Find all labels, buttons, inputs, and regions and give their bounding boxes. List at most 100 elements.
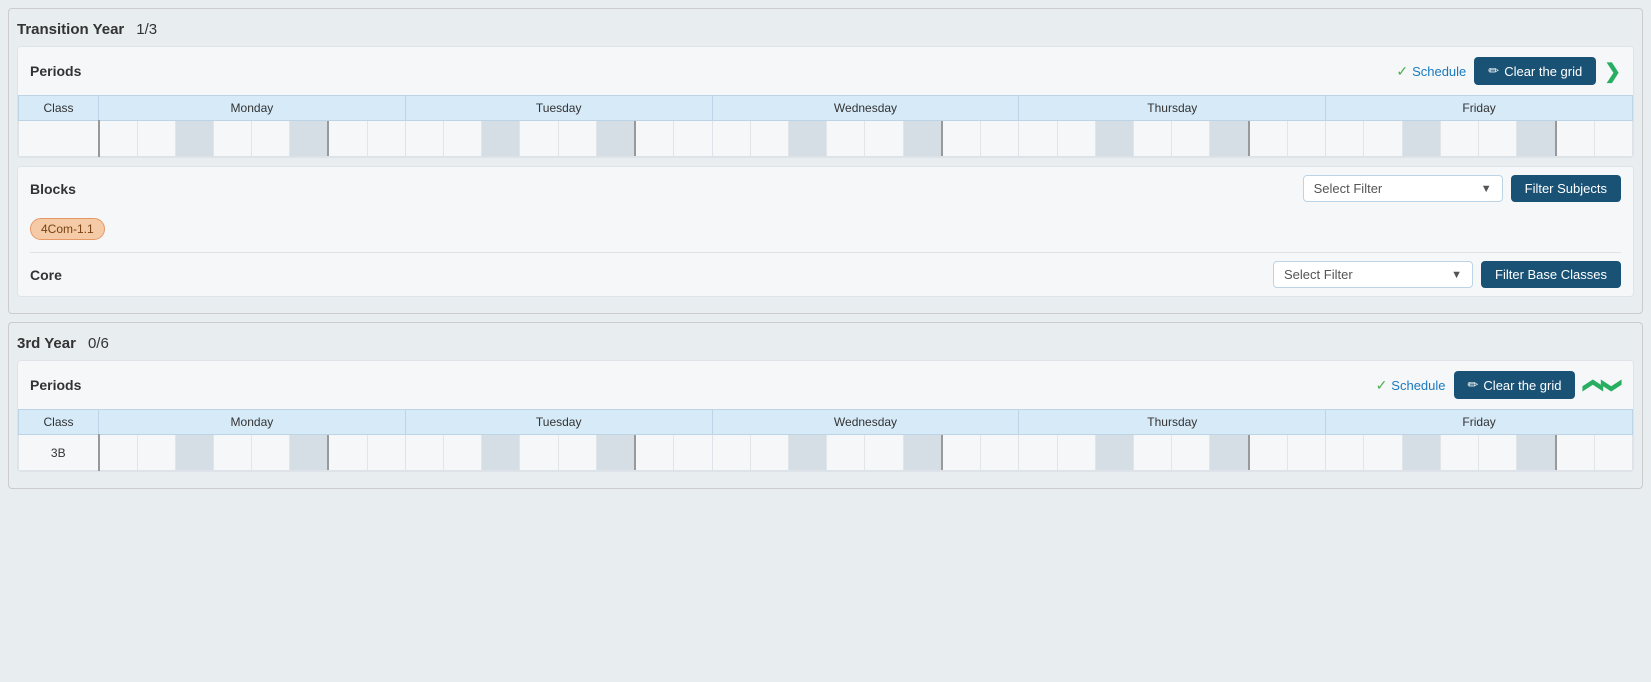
- friday-cell[interactable]: [1326, 121, 1633, 157]
- third-monday-cell[interactable]: [99, 435, 406, 471]
- slot[interactable]: [1557, 121, 1595, 156]
- slot-shaded[interactable]: [1517, 435, 1556, 470]
- slot-shaded[interactable]: [1210, 435, 1249, 470]
- slot[interactable]: [1595, 435, 1632, 470]
- slot[interactable]: [636, 121, 674, 156]
- slot[interactable]: [1058, 435, 1096, 470]
- slot[interactable]: [1441, 121, 1479, 156]
- slot[interactable]: [1058, 121, 1096, 156]
- slot-shaded[interactable]: [1403, 121, 1441, 156]
- slot[interactable]: [1441, 435, 1479, 470]
- slot[interactable]: [100, 435, 138, 470]
- slot-shaded[interactable]: [904, 121, 943, 156]
- filter-base-classes-button[interactable]: Filter Base Classes: [1481, 261, 1621, 288]
- slot[interactable]: [1326, 435, 1364, 470]
- slot[interactable]: [1326, 121, 1364, 156]
- blocks-select-filter[interactable]: Select Filter ▼: [1303, 175, 1503, 202]
- slot[interactable]: [138, 435, 176, 470]
- slot-shaded[interactable]: [1517, 121, 1556, 156]
- slot[interactable]: [751, 435, 789, 470]
- slot[interactable]: [1250, 435, 1288, 470]
- tuesday-cell[interactable]: [405, 121, 712, 157]
- wednesday-cell[interactable]: [712, 121, 1019, 157]
- slot[interactable]: [214, 121, 252, 156]
- slot[interactable]: [827, 435, 865, 470]
- slot[interactable]: [865, 121, 903, 156]
- slot[interactable]: [329, 121, 367, 156]
- transition-chevron-down-icon[interactable]: ❯: [1604, 59, 1621, 84]
- slot[interactable]: [981, 435, 1018, 470]
- slot[interactable]: [713, 435, 751, 470]
- slot-shaded[interactable]: [176, 121, 214, 156]
- slot[interactable]: [943, 121, 981, 156]
- slot[interactable]: [827, 121, 865, 156]
- slot-shaded[interactable]: [1403, 435, 1441, 470]
- slot-shaded[interactable]: [597, 435, 636, 470]
- slot[interactable]: [1250, 121, 1288, 156]
- filter-subjects-button[interactable]: Filter Subjects: [1511, 175, 1621, 202]
- slot[interactable]: [520, 435, 558, 470]
- monday-cell[interactable]: [99, 121, 406, 157]
- slot[interactable]: [1019, 435, 1057, 470]
- slot-shaded[interactable]: [597, 121, 636, 156]
- slot[interactable]: [1019, 121, 1057, 156]
- slot[interactable]: [674, 121, 711, 156]
- slot[interactable]: [214, 435, 252, 470]
- slot[interactable]: [138, 121, 176, 156]
- slot-shaded[interactable]: [1096, 121, 1134, 156]
- third-clear-grid-button[interactable]: ✏ Clear the grid: [1454, 371, 1576, 399]
- slot[interactable]: [674, 435, 711, 470]
- core-select-filter[interactable]: Select Filter ▼: [1273, 261, 1473, 288]
- slot[interactable]: [1557, 435, 1595, 470]
- slot[interactable]: [713, 121, 751, 156]
- slot-shaded[interactable]: [176, 435, 214, 470]
- slot[interactable]: [865, 435, 903, 470]
- slot[interactable]: [444, 435, 482, 470]
- slot-shaded[interactable]: [904, 435, 943, 470]
- slot[interactable]: [943, 435, 981, 470]
- third-schedule-link[interactable]: ✓ Schedule: [1376, 377, 1446, 394]
- slot-shaded[interactable]: [1096, 435, 1134, 470]
- slot-shaded[interactable]: [290, 435, 329, 470]
- slot-shaded[interactable]: [789, 435, 827, 470]
- slot-shaded[interactable]: [789, 121, 827, 156]
- third-friday-cell[interactable]: [1326, 435, 1633, 471]
- slot[interactable]: [252, 435, 290, 470]
- slot[interactable]: [981, 121, 1018, 156]
- slot[interactable]: [1479, 435, 1517, 470]
- slot[interactable]: [1479, 121, 1517, 156]
- slot[interactable]: [559, 121, 597, 156]
- slot[interactable]: [1288, 121, 1325, 156]
- slot-shaded[interactable]: [482, 435, 520, 470]
- slot-shaded[interactable]: [482, 121, 520, 156]
- slot[interactable]: [406, 435, 444, 470]
- slot[interactable]: [751, 121, 789, 156]
- slot[interactable]: [1172, 121, 1210, 156]
- slot[interactable]: [406, 121, 444, 156]
- slot-shaded[interactable]: [290, 121, 329, 156]
- third-wednesday-cell[interactable]: [712, 435, 1019, 471]
- slot[interactable]: [444, 121, 482, 156]
- transition-schedule-link[interactable]: ✓ Schedule: [1396, 63, 1466, 80]
- slot[interactable]: [1364, 121, 1402, 156]
- slot[interactable]: [368, 435, 405, 470]
- slot[interactable]: [559, 435, 597, 470]
- slot[interactable]: [1134, 121, 1172, 156]
- slot[interactable]: [1595, 121, 1632, 156]
- slot[interactable]: [1288, 435, 1325, 470]
- slot[interactable]: [1172, 435, 1210, 470]
- slot[interactable]: [329, 435, 367, 470]
- thursday-cell[interactable]: [1019, 121, 1326, 157]
- slot[interactable]: [100, 121, 138, 156]
- third-chevron-down-icon[interactable]: ❯: [1600, 377, 1625, 394]
- third-tuesday-cell[interactable]: [405, 435, 712, 471]
- transition-clear-grid-button[interactable]: ✏ Clear the grid: [1474, 57, 1596, 85]
- block-tag-4com[interactable]: 4Com-1.1: [30, 218, 105, 240]
- third-thursday-cell[interactable]: [1019, 435, 1326, 471]
- slot[interactable]: [1364, 435, 1402, 470]
- slot[interactable]: [1134, 435, 1172, 470]
- slot[interactable]: [368, 121, 405, 156]
- slot-shaded[interactable]: [1210, 121, 1249, 156]
- slot[interactable]: [520, 121, 558, 156]
- slot[interactable]: [252, 121, 290, 156]
